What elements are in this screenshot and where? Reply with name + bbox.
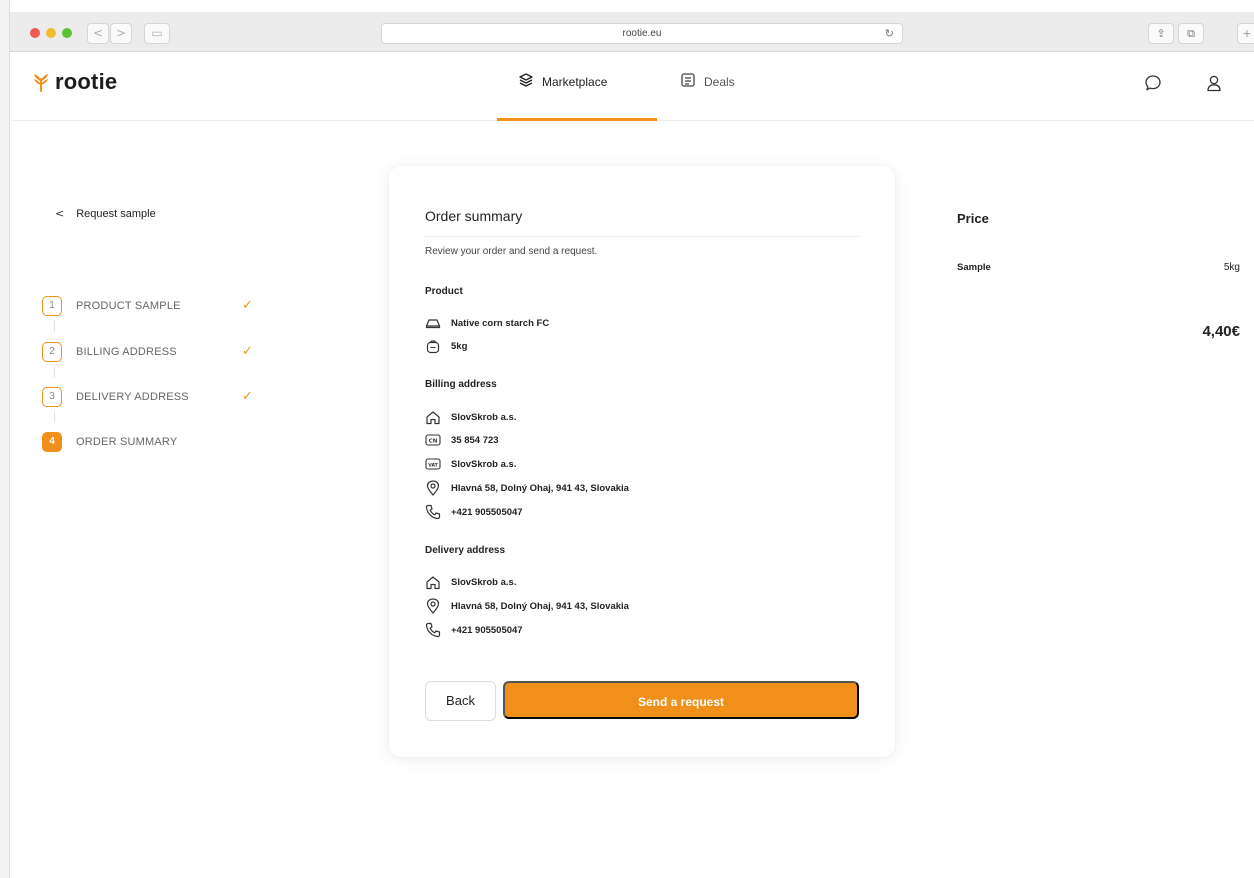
app-header: rootie Marketplace Deals [11,52,1254,121]
phone-icon [425,504,441,520]
step-label: DELIVERY ADDRESS [76,391,189,403]
billing-vat-name: SlovSkrob a.s. [451,458,517,470]
price-row-value: 5kg [1223,262,1240,273]
logo-text: rootie [55,69,118,94]
card-title: Order summary [425,208,523,224]
layers-icon [518,72,534,91]
url-text: rootie.eu [622,28,662,39]
step-label: PRODUCT SAMPLE [76,300,181,312]
price-title: Price [957,211,989,226]
card-subtitle: Review your order and send a request. [425,246,598,257]
price-total: 4,40€ [1202,323,1240,340]
checkmark-icon: ✓ [242,344,253,359]
nav-active-indicator [497,118,657,121]
browser-toolbar: < > ▭ rootie.eu ↻ ⇪ ⧉ + [10,12,1254,52]
billing-heading: Billing address [425,379,497,390]
wheat-logo-icon [32,72,50,92]
home-icon [425,409,441,425]
nav-deals[interactable]: Deals [680,72,735,91]
address-bar[interactable]: rootie.eu ↻ [381,23,903,44]
id-badge-icon: CN [425,432,441,448]
billing-company-id: 35 854 723 [451,434,499,446]
price-row-label: Sample [957,262,991,273]
step-billing-address[interactable]: 2 BILLING ADDRESS ✓ [42,342,272,362]
step-connector [54,366,55,378]
show-tabs-button[interactable]: ⧉ [1178,23,1204,44]
nav-deals-label: Deals [704,74,735,89]
chat-icon[interactable] [1144,74,1162,97]
vat-badge-icon: VAT [425,456,441,472]
delivery-phone-row: +421 905505047 [425,622,523,638]
id-badge-text: CN [429,439,438,445]
step-label: ORDER SUMMARY [76,436,178,448]
vat-badge-text: VAT [428,462,438,468]
deals-icon [680,72,696,91]
delivery-address: Hlavná 58, Dolný Ohaj, 941 43, Slovakia [451,600,629,612]
browser-forward-button[interactable]: > [110,23,132,44]
weight-icon [425,338,441,354]
zoom-window-button[interactable] [62,28,72,38]
user-icon[interactable] [1205,74,1223,97]
billing-phone-row: +421 905505047 [425,504,523,520]
product-quantity-row: 5kg [425,338,467,354]
billing-company-id-row: CN 35 854 723 [425,432,499,448]
product-icon [425,315,441,331]
reload-icon[interactable]: ↻ [885,24,894,43]
home-icon [425,574,441,590]
billing-company: SlovSkrob a.s. [451,411,517,423]
send-request-button[interactable]: Send a request [503,681,859,719]
location-pin-icon [425,598,441,614]
product-name: Native corn starch FC [451,317,550,329]
checkmark-icon: ✓ [242,298,253,313]
delivery-heading: Delivery address [425,545,506,556]
billing-company-row: SlovSkrob a.s. [425,409,516,425]
product-heading: Product [425,286,463,297]
step-delivery-address[interactable]: 3 DELIVERY ADDRESS ✓ [42,387,272,407]
step-connector [54,320,55,332]
billing-address: Hlavná 58, Dolný Ohaj, 941 43, Slovakia [451,482,629,494]
billing-phone: +421 905505047 [451,506,523,518]
step-number: 3 [42,387,62,407]
request-sample-back-link[interactable]: < Request sample [55,207,156,220]
divider [425,236,859,237]
back-link-label: Request sample [76,207,156,220]
chevron-left-icon: < [55,207,65,220]
rootie-logo[interactable]: rootie [32,69,117,95]
billing-address-row: Hlavná 58, Dolný Ohaj, 941 43, Slovakia [425,480,629,496]
nav-marketplace-label: Marketplace [542,74,608,89]
nav-marketplace[interactable]: Marketplace [518,72,607,91]
browser-back-button[interactable]: < [87,23,109,44]
delivery-phone: +421 905505047 [451,624,523,636]
order-summary-card: Order summary Review your order and send… [389,166,895,757]
minimize-window-button[interactable] [46,28,56,38]
close-window-button[interactable] [30,28,40,38]
new-tab-button[interactable]: + [1237,23,1254,44]
step-order-summary[interactable]: 4 ORDER SUMMARY [42,432,272,452]
billing-vat-row: VAT SlovSkrob a.s. [425,456,516,472]
checkmark-icon: ✓ [242,389,253,404]
step-number: 2 [42,342,62,362]
step-label: BILLING ADDRESS [76,346,177,358]
step-connector [54,411,55,423]
delivery-address-row: Hlavná 58, Dolný Ohaj, 941 43, Slovakia [425,598,629,614]
window-frame [0,0,10,878]
sidebar-toggle-button[interactable]: ▭ [144,23,170,44]
step-product-sample[interactable]: 1 PRODUCT SAMPLE ✓ [42,296,272,316]
step-number: 1 [42,296,62,316]
step-number: 4 [42,432,62,452]
product-quantity: 5kg [451,340,468,352]
product-name-row: Native corn starch FC [425,315,549,331]
location-pin-icon [425,480,441,496]
delivery-company-row: SlovSkrob a.s. [425,574,516,590]
delivery-company: SlovSkrob a.s. [451,576,517,588]
phone-icon [425,622,441,638]
back-button[interactable]: Back [425,681,496,721]
share-button[interactable]: ⇪ [1148,23,1174,44]
